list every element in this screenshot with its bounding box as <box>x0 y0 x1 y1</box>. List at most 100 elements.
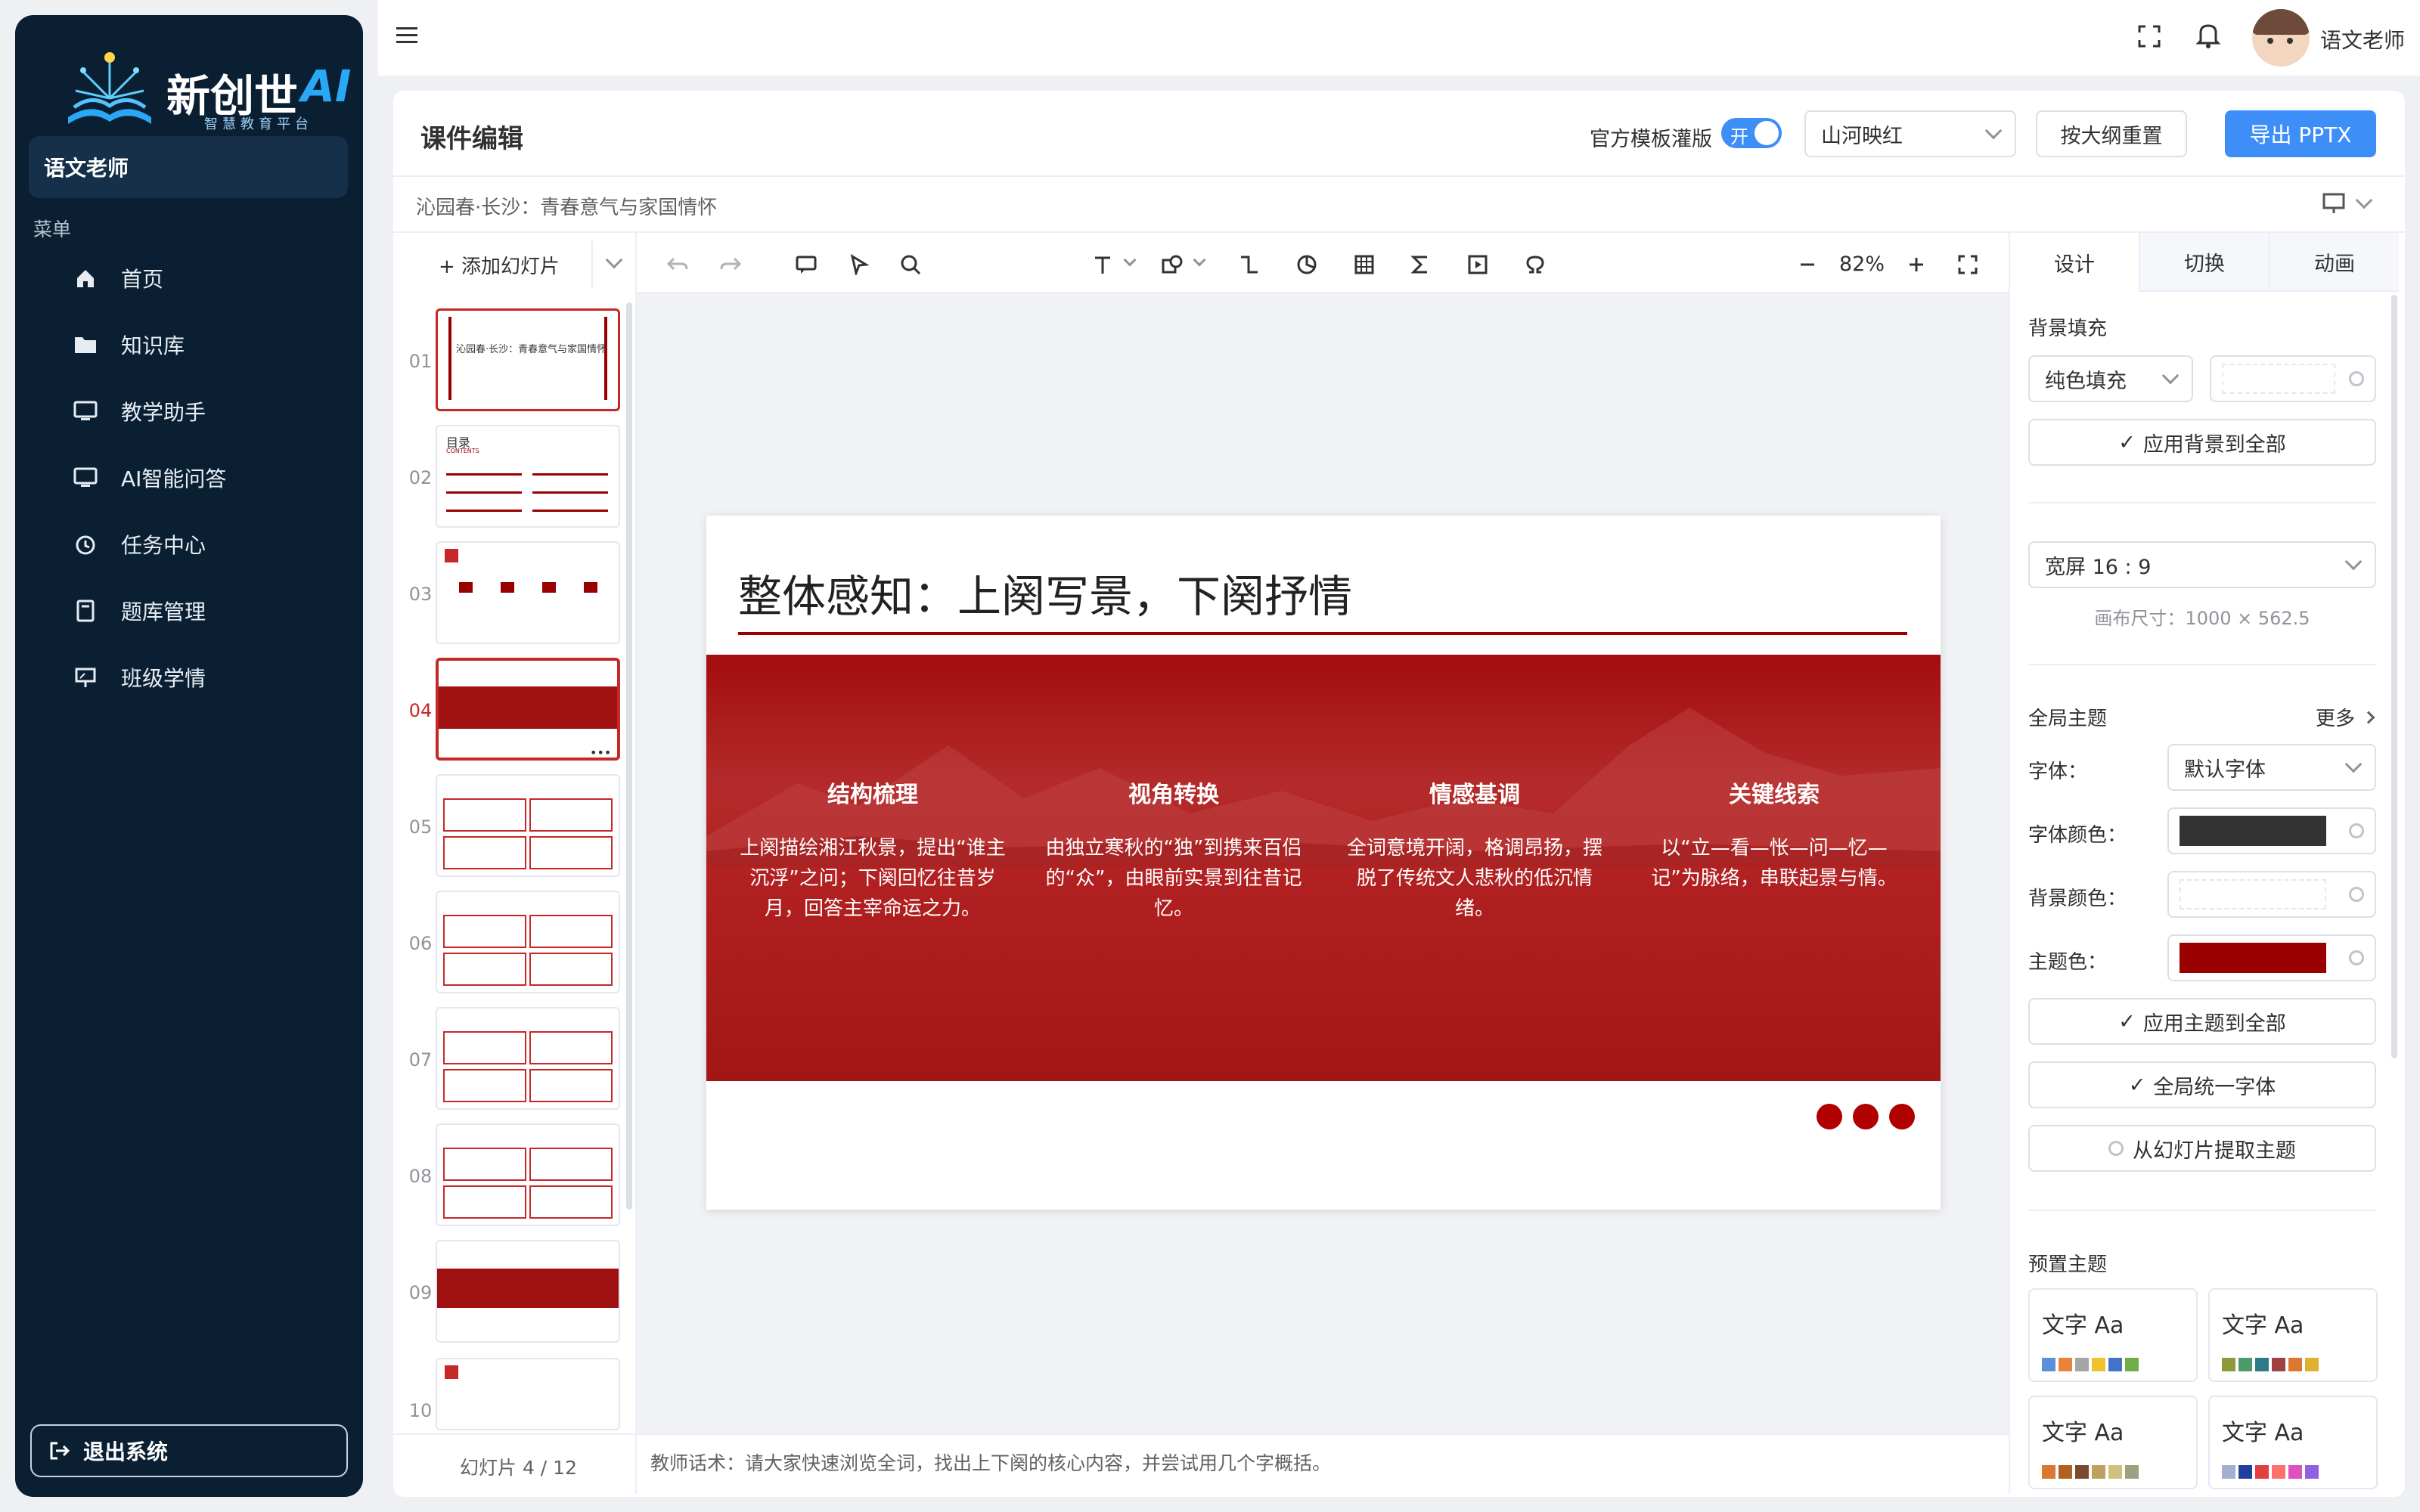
logout-button[interactable]: 退出系统 <box>30 1424 348 1477</box>
palette-icon <box>2349 887 2364 902</box>
menu-toggle-icon[interactable] <box>396 26 419 45</box>
thumbnail-number: 10 <box>408 1400 433 1421</box>
slide-thumbnail-08[interactable] <box>436 1123 620 1226</box>
tab-transition[interactable]: 切换 <box>2139 233 2269 292</box>
redo-icon[interactable] <box>715 249 746 280</box>
sidebar-item-home[interactable]: 首页 <box>15 251 363 305</box>
speaker-notes[interactable]: 教师话术：请大家快速浏览全词，找出上下阕的核心内容，并尝试用几个字概括。 <box>650 1448 1331 1476</box>
chart-icon[interactable] <box>1292 249 1322 280</box>
theme-select[interactable]: 山河映红 <box>1804 110 2016 157</box>
avatar[interactable] <box>2252 9 2310 67</box>
brand-ai: AI <box>301 60 352 112</box>
aspect-ratio-select[interactable]: 宽屏 16 : 9 <box>2028 541 2376 588</box>
column-heading: 结构梳理 <box>827 782 918 808</box>
bell-icon[interactable] <box>2195 21 2221 54</box>
slide-thumbnail-07[interactable] <box>436 1007 620 1110</box>
unify-font-button[interactable]: ✓ 全局统一字体 <box>2028 1061 2376 1108</box>
bg-color-picker[interactable] <box>2167 871 2376 918</box>
username[interactable]: 语文老师 <box>2320 24 2405 54</box>
fullscreen-icon[interactable] <box>2137 24 2161 54</box>
global-theme-label: 全局主题 <box>2028 708 2108 730</box>
sidebar-item-question-bank[interactable]: 题库管理 <box>15 584 363 638</box>
bg-fill-label: 背景填充 <box>2028 318 2108 340</box>
color-swatch-empty <box>2222 364 2335 394</box>
slide-title[interactable]: 整体感知：上阕写景，下阕抒情 <box>738 561 1352 624</box>
thumbnail-subtitle: CONTENTS <box>446 448 479 454</box>
font-select[interactable]: 默认字体 <box>2167 744 2376 791</box>
panel-scrollbar[interactable] <box>2391 295 2397 1058</box>
slide-thumbnail-04[interactable]: ••• <box>436 658 620 761</box>
slide-thumbnail-06[interactable] <box>436 891 620 993</box>
zoom-in-icon[interactable] <box>1901 249 1931 280</box>
sidebar-item-label: 知识库 <box>121 333 185 358</box>
color-swatch <box>2125 1358 2139 1371</box>
font-color-picker[interactable] <box>2167 807 2376 854</box>
color-swatch <box>2075 1358 2089 1371</box>
thumbnail-scrollbar[interactable] <box>626 302 632 1210</box>
fit-screen-icon[interactable] <box>1953 249 1983 280</box>
tab-animation[interactable]: 动画 <box>2269 233 2399 292</box>
media-icon[interactable] <box>1463 249 1493 280</box>
text-tool-icon[interactable] <box>1087 249 1118 280</box>
slide[interactable]: 整体感知：上阕写景，下阕抒情 结构梳理 上阕描绘湘江秋景，提出“谁主沉浮”之问；… <box>706 516 1941 1210</box>
sidebar-item-tasks[interactable]: 任务中心 <box>15 517 363 572</box>
slide-thumbnail-01[interactable]: 沁园春·长沙：青春意气与家国情怀 <box>436 308 620 411</box>
table-icon[interactable] <box>1349 249 1379 280</box>
slide-thumbnail-05[interactable] <box>436 774 620 877</box>
connector-icon[interactable] <box>1234 249 1264 280</box>
add-slide-button[interactable]: + 添加幻灯片 <box>439 251 560 279</box>
theme-color-swatch <box>2180 943 2326 973</box>
symbol-icon[interactable] <box>1520 249 1550 280</box>
logout-label: 退出系统 <box>83 1439 169 1464</box>
sidebar-item-knowledge[interactable]: 知识库 <box>15 318 363 372</box>
slide-thumbnail-09[interactable] <box>436 1240 620 1343</box>
present-dropdown[interactable] <box>2322 191 2373 215</box>
shape-tool-icon[interactable] <box>1157 249 1187 280</box>
formula-icon[interactable] <box>1405 249 1435 280</box>
chevron-down-icon <box>2344 755 2363 773</box>
chevron-down-icon <box>2344 553 2363 571</box>
preset-sample-text: 文字 Aa <box>2222 1420 2304 1446</box>
more-themes-link[interactable]: 更多 <box>2316 703 2375 731</box>
preset-theme-card[interactable]: 文字 Aa <box>2208 1396 2378 1489</box>
thumbnail-number: 06 <box>408 933 433 954</box>
font-color-swatch <box>2180 816 2326 846</box>
sidebar-item-ai-qa[interactable]: AI智能问答 <box>15 451 363 505</box>
title-underline <box>738 632 1907 635</box>
preset-theme-card[interactable]: 文字 Aa <box>2028 1396 2198 1489</box>
slide-thumbnail-03[interactable] <box>436 541 620 644</box>
preset-theme-card[interactable]: 文字 Aa <box>2028 1288 2198 1382</box>
divider <box>2028 502 2376 503</box>
column-heading: 情感基调 <box>1429 782 1520 808</box>
template-toggle[interactable]: 开 <box>1721 118 1782 148</box>
reset-outline-button[interactable]: 按大纲重置 <box>2036 110 2187 157</box>
comment-icon[interactable] <box>791 249 821 280</box>
zoom-out-icon[interactable] <box>1792 249 1823 280</box>
bg-fill-select[interactable]: 纯色填充 <box>2028 355 2193 402</box>
export-pptx-button[interactable]: 导出 PPTX <box>2225 110 2376 157</box>
preset-theme-card[interactable]: 文字 Aa <box>2208 1288 2378 1382</box>
slide-thumbnail-10[interactable] <box>436 1358 620 1430</box>
pointer-icon[interactable] <box>844 249 874 280</box>
feature-column: 结构梳理 上阕描绘湘江秋景，提出“谁主沉浮”之问；下阕回忆往昔岁月，回答主宰命运… <box>737 776 1009 924</box>
undo-icon[interactable] <box>662 249 693 280</box>
tab-design[interactable]: 设计 <box>2010 233 2139 293</box>
sidebar-item-label: AI智能问答 <box>121 466 227 491</box>
zoom-search-icon[interactable] <box>895 249 926 280</box>
divider <box>637 1433 2009 1435</box>
theme-color-picker[interactable] <box>2167 934 2376 981</box>
palette-icon <box>2349 371 2364 386</box>
sidebar-item-class-stats[interactable]: 班级学情 <box>15 650 363 705</box>
extract-theme-button[interactable]: 从幻灯片提取主题 <box>2028 1125 2376 1172</box>
apply-bg-all-button[interactable]: ✓ 应用背景到全部 <box>2028 419 2376 466</box>
slide-thumbnail-02[interactable]: 目录 CONTENTS <box>436 425 620 528</box>
thumbnail-number: 02 <box>408 467 433 488</box>
zoom-level: 82% <box>1839 253 1885 276</box>
bg-fill-color-picker[interactable] <box>2210 355 2376 402</box>
column-text: 由独立寒秋的“独”到携来百侣的“众”，由眼前实景到往昔记忆。 <box>1045 837 1302 920</box>
color-swatch <box>2075 1465 2089 1479</box>
sidebar-item-teaching-assistant[interactable]: 教学助手 <box>15 384 363 438</box>
apply-theme-all-button[interactable]: ✓ 应用主题到全部 <box>2028 998 2376 1045</box>
feature-column: 关键线索 以“立—看—怅—问—忆—记”为脉络，串联起景与情。 <box>1638 776 1910 894</box>
color-swatch <box>2272 1358 2285 1371</box>
